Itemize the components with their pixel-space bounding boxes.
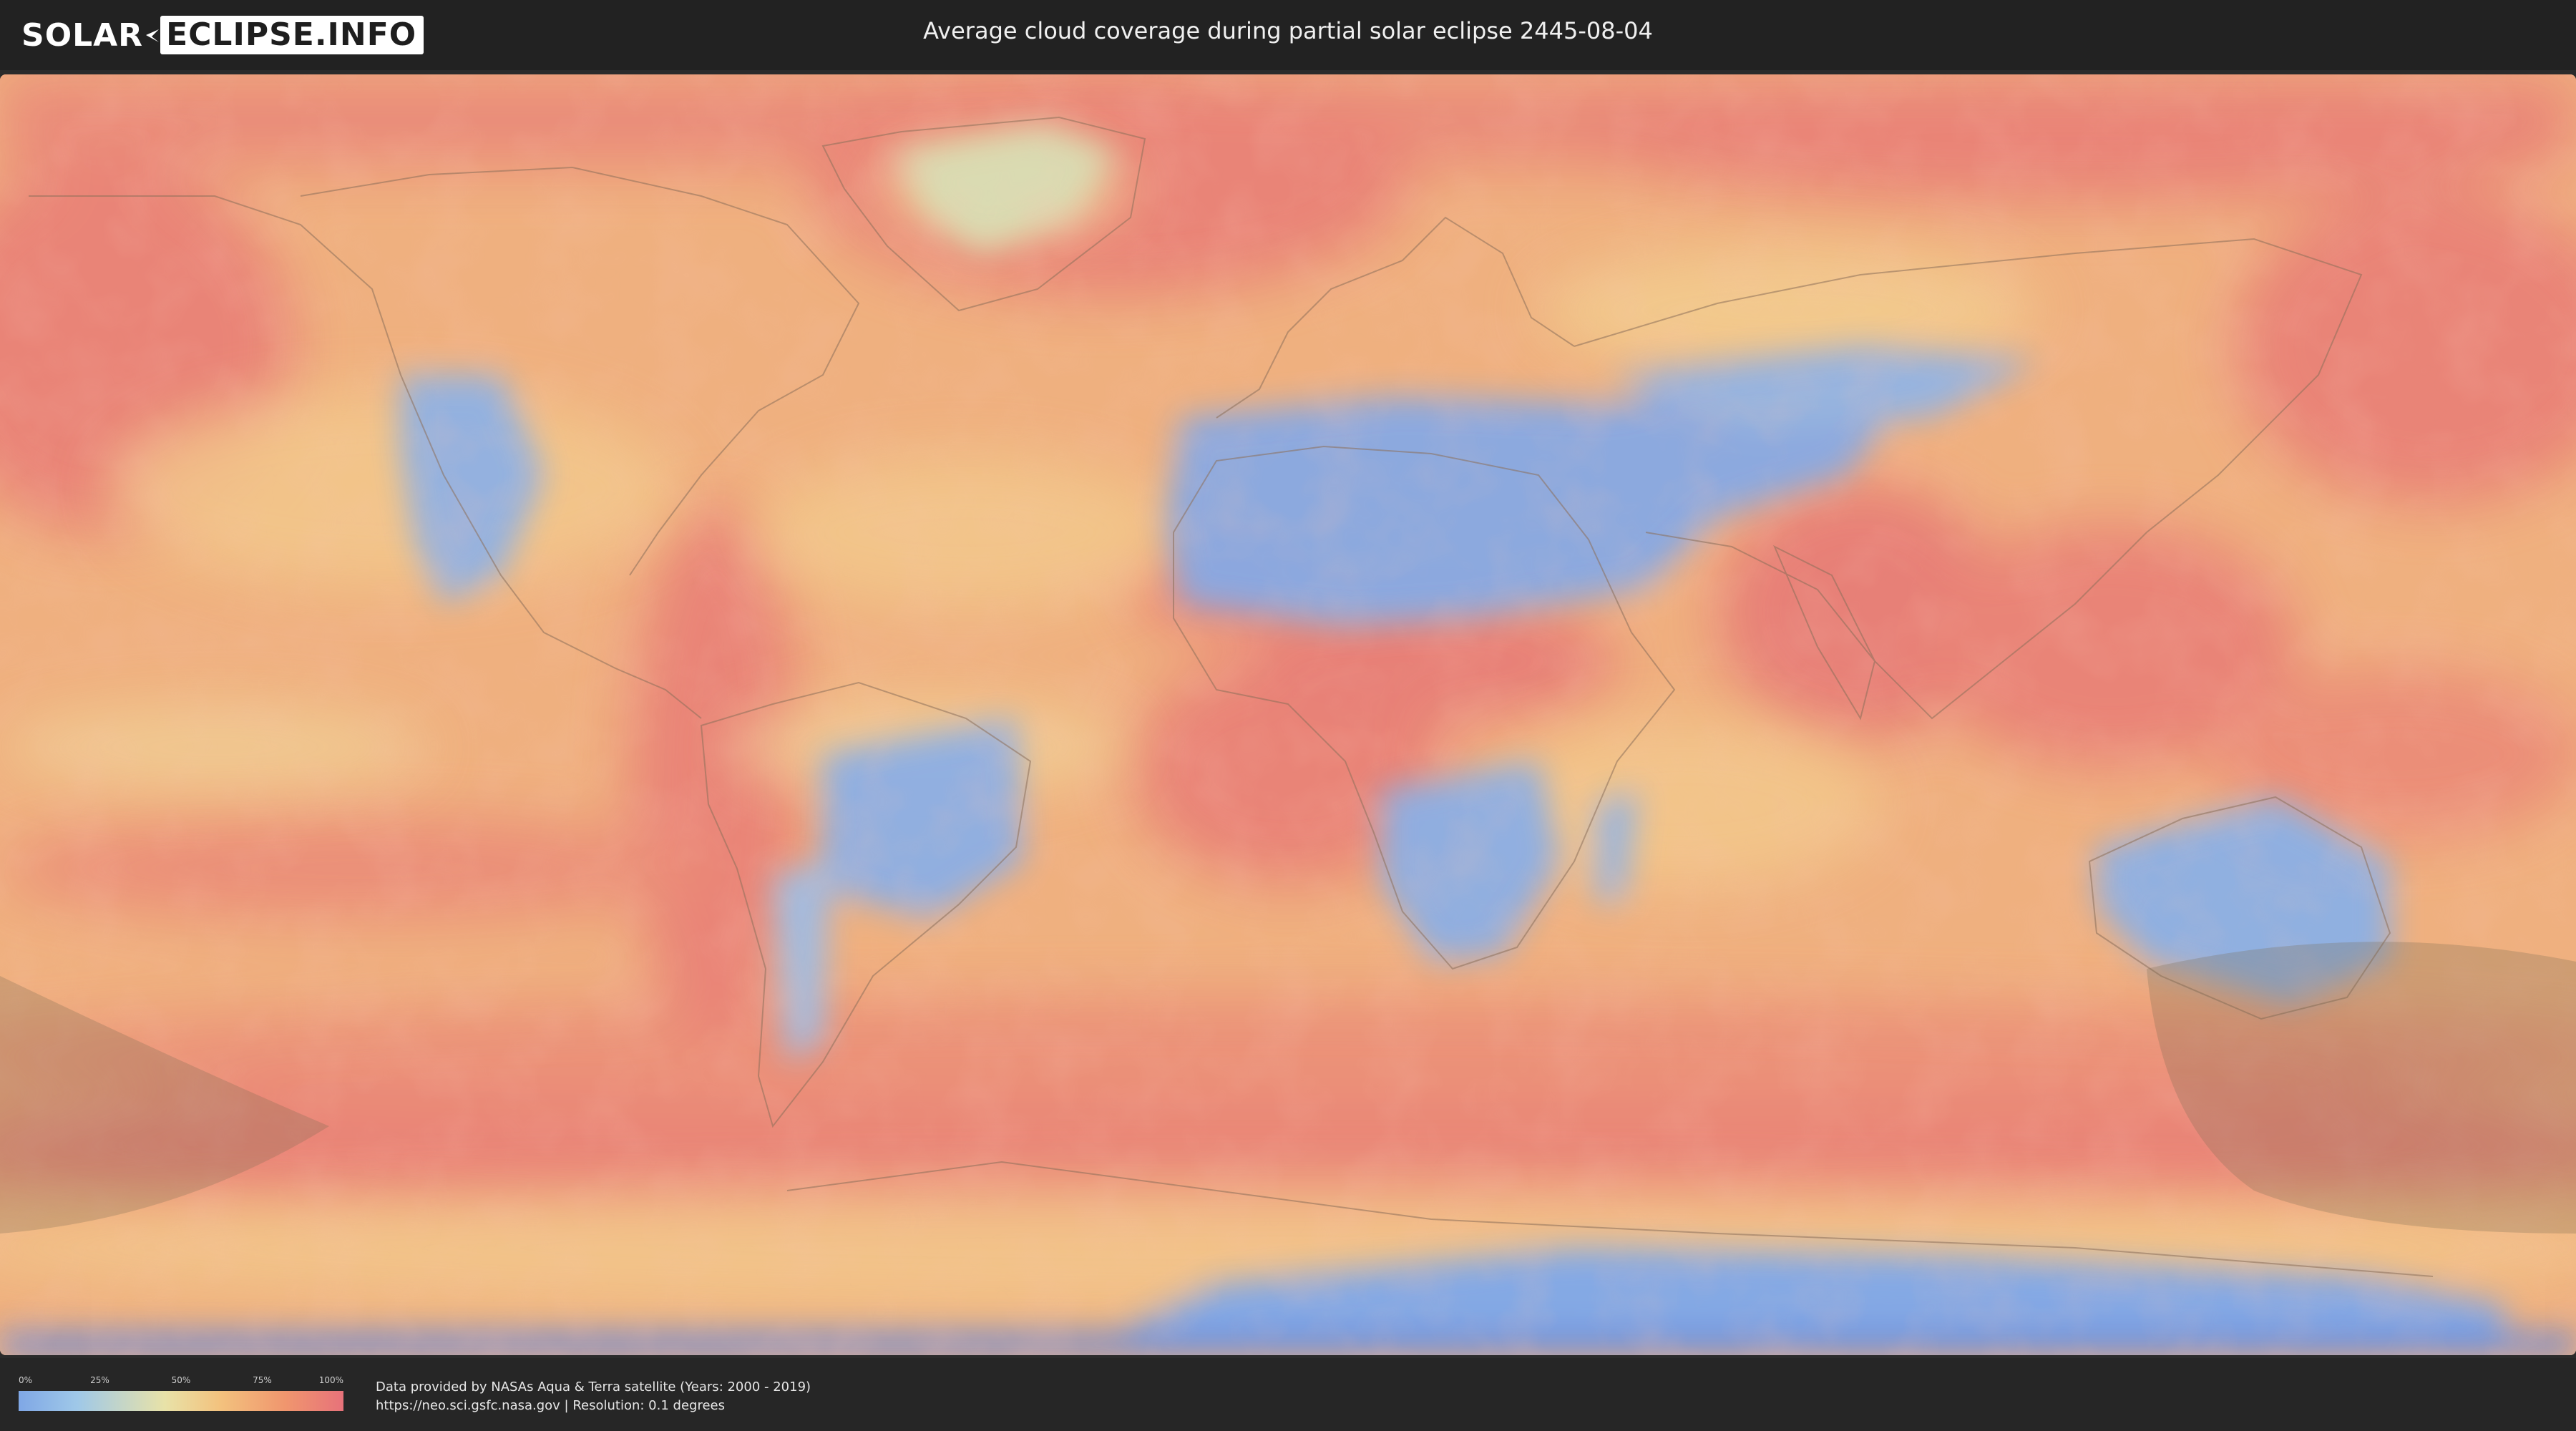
credits-line-2: https://neo.sci.gsfc.nasa.gov | Resoluti… <box>376 1398 725 1413</box>
data-credits: Data provided by NASAs Aqua & Terra sate… <box>376 1378 811 1415</box>
legend-tick-50: 50% <box>171 1375 191 1385</box>
legend-tick-0: 0% <box>19 1375 33 1385</box>
page-title: Average cloud coverage during partial so… <box>923 17 1653 44</box>
legend-color-scale <box>19 1391 343 1411</box>
world-map-svg <box>0 74 2576 1355</box>
legend-tick-75: 75% <box>253 1375 272 1385</box>
legend-tick-25: 25% <box>90 1375 109 1385</box>
cloud-coverage-map[interactable] <box>0 74 2576 1355</box>
legend-tick-100: 100% <box>318 1375 343 1385</box>
legend-tick-labels: 0% 25% 50% 75% 100% <box>19 1375 343 1387</box>
credits-line-1: Data provided by NASAs Aqua & Terra sate… <box>376 1379 811 1395</box>
header-bar: SOLAR ECLIPSE.INFO Average cloud coverag… <box>0 0 2576 70</box>
